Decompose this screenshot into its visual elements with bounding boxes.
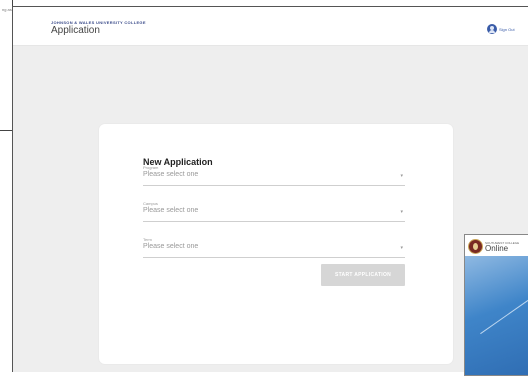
app-header: JOHNSON & WALES UNIVERSITY COLLEGE Appli… bbox=[13, 7, 528, 46]
sign-out-label: Sign Out bbox=[499, 26, 515, 32]
term-select[interactable]: Term Please select one ▾ bbox=[143, 237, 405, 258]
chevron-down-icon: ▾ bbox=[400, 245, 403, 251]
page-title: Application bbox=[51, 25, 100, 36]
program-placeholder: Please select one bbox=[143, 171, 199, 178]
thumbnail-title: Online bbox=[485, 244, 509, 253]
browser-window: JOHNSON & WALES UNIVERSITY COLLEGE Appli… bbox=[12, 6, 528, 372]
chevron-down-icon: ▾ bbox=[400, 209, 403, 215]
user-icon bbox=[487, 24, 497, 34]
campus-placeholder: Please select one bbox=[143, 207, 199, 214]
thumbnail-header: SOUTHWEST COLLEGE Online bbox=[465, 235, 528, 255]
college-seal-icon bbox=[468, 239, 483, 254]
program-label: Program bbox=[143, 165, 159, 170]
term-label: Term bbox=[143, 237, 152, 242]
new-application-card: New Application Program Please select on… bbox=[99, 124, 453, 364]
online-portal-thumbnail[interactable]: SOUTHWEST COLLEGE Online bbox=[464, 234, 528, 376]
campus-label: Campus bbox=[143, 201, 158, 206]
sign-out-link[interactable]: Sign Out bbox=[487, 24, 515, 34]
start-application-button[interactable]: START APPLICATION bbox=[321, 264, 405, 286]
campus-select[interactable]: Campus Please select one ▾ bbox=[143, 201, 405, 222]
term-placeholder: Please select one bbox=[143, 243, 199, 250]
chevron-down-icon: ▾ bbox=[400, 173, 403, 179]
program-select[interactable]: Program Please select one ▾ bbox=[143, 165, 405, 186]
thumbnail-image bbox=[465, 256, 528, 375]
